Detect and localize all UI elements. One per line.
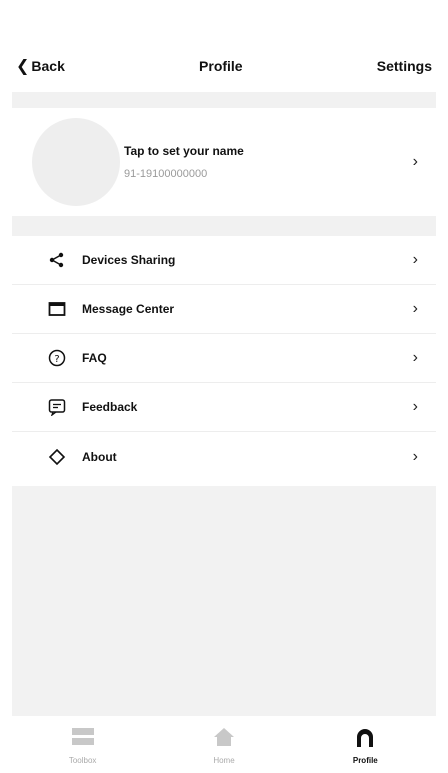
feedback-icon <box>48 398 66 416</box>
help-icon: ? <box>48 349 66 367</box>
menu-item-label: FAQ <box>82 351 107 365</box>
chevron-right-icon: › <box>412 447 418 465</box>
menu-list: Devices Sharing › Message Center › ? FAQ… <box>12 236 436 481</box>
profile-phone: 91-19100000000 <box>124 168 208 180</box>
header: ❮ Back Profile Settings <box>0 44 448 88</box>
profile-icon <box>351 724 379 750</box>
menu-item-faq[interactable]: ? FAQ › <box>12 334 436 383</box>
tab-profile[interactable]: Profile <box>305 724 425 765</box>
divider <box>12 216 436 236</box>
tab-bar: Toolbox Home Profile <box>12 716 436 773</box>
menu-item-label: Message Center <box>82 302 175 316</box>
tab-label: Toolbox <box>68 756 97 765</box>
share-icon <box>48 251 66 269</box>
about-icon <box>48 448 66 466</box>
home-icon <box>210 724 238 750</box>
message-icon <box>48 300 66 318</box>
chevron-right-icon: › <box>412 398 418 415</box>
divider <box>12 92 436 108</box>
menu-item-label: Feedback <box>82 400 138 414</box>
menu-item-about[interactable]: About › <box>12 432 436 481</box>
menu-item-feedback[interactable]: Feedback › <box>12 383 436 432</box>
menu-item-label: Devices Sharing <box>82 253 176 267</box>
svg-text:?: ? <box>54 354 59 365</box>
menu-item-message-center[interactable]: Message Center › <box>12 285 436 334</box>
tab-label: Profile <box>352 756 378 765</box>
profile-screen: ❮ Back Profile Settings Tap to set your … <box>0 0 448 773</box>
back-label: Back <box>31 58 65 74</box>
tab-label: Home <box>213 756 235 765</box>
empty-area <box>12 486 436 716</box>
toolbox-icon <box>69 724 97 750</box>
tab-home[interactable]: Home <box>164 724 284 765</box>
menu-item-devices-sharing[interactable]: Devices Sharing › <box>12 236 436 285</box>
avatar[interactable] <box>32 118 120 206</box>
chevron-left-icon: ❮ <box>16 58 30 75</box>
settings-button[interactable]: Settings <box>377 58 432 74</box>
back-button[interactable]: ❮ Back <box>16 56 65 76</box>
chevron-right-icon: › <box>412 153 418 170</box>
chevron-right-icon: › <box>412 300 418 317</box>
profile-name: Tap to set your name <box>124 144 244 158</box>
chevron-right-icon: › <box>412 251 418 268</box>
page-title: Profile <box>199 58 243 74</box>
profile-info: Tap to set your name 91-19100000000 <box>124 144 436 180</box>
menu-item-label: About <box>82 449 117 464</box>
tab-toolbox[interactable]: Toolbox <box>23 724 143 765</box>
profile-card[interactable]: Tap to set your name 91-19100000000 › <box>12 108 436 216</box>
chevron-right-icon: › <box>412 349 418 366</box>
